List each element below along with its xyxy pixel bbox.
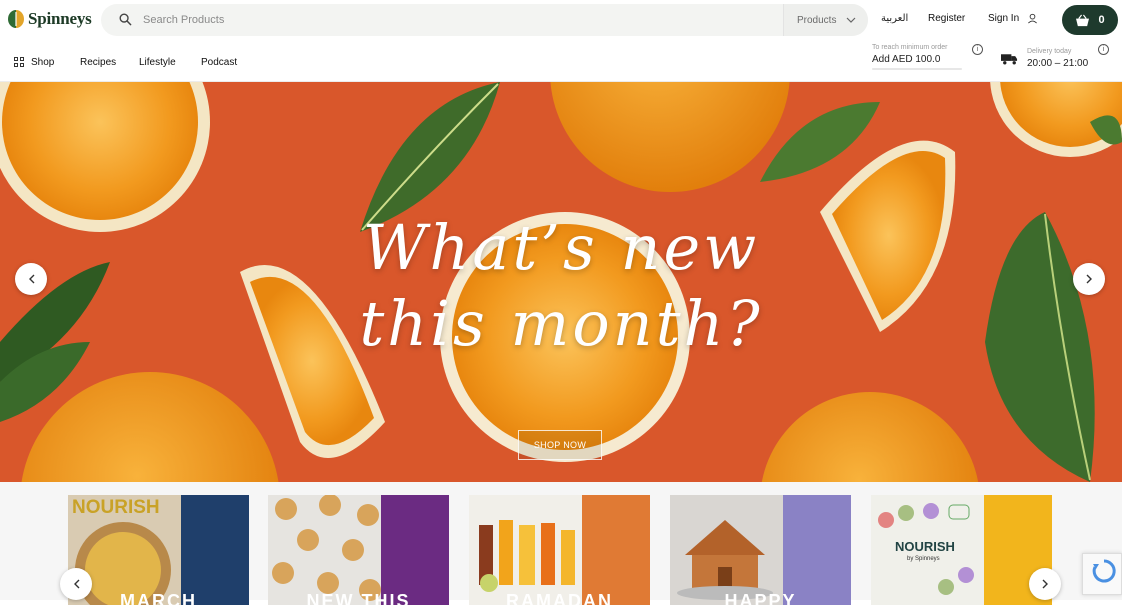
min-order-note: To reach minimum order xyxy=(872,44,948,51)
promo-card-band xyxy=(783,495,851,605)
main-nav: Shop Recipes Lifestyle Podcast To reach … xyxy=(0,40,1122,82)
gingerbread-house-image xyxy=(677,520,773,600)
cards-prev-button[interactable] xyxy=(60,568,92,600)
hero-prev-button[interactable] xyxy=(15,263,47,295)
spinneys-logo[interactable]: Spinneys xyxy=(8,9,92,29)
search-input[interactable] xyxy=(143,4,763,36)
cookies-image xyxy=(272,495,381,601)
brand-name: Spinneys xyxy=(28,9,92,28)
minimum-order-info: To reach minimum order Add AED 100.0 xyxy=(872,44,972,70)
promo-carousel: NOURISH MARCH NEW THIS RAMADAN HAPPY NOU… xyxy=(0,482,1122,605)
promo-card-band xyxy=(582,495,650,605)
delivery-note: Delivery today xyxy=(1027,48,1072,55)
cart-count: 0 xyxy=(1098,14,1105,26)
search-bar: Products xyxy=(101,4,868,36)
promo-card[interactable]: NEW THIS xyxy=(268,495,449,605)
card-caption: HAPPY xyxy=(724,591,797,605)
cards-next-button[interactable] xyxy=(1029,568,1061,600)
promo-card-image: NOURISH by Spinneys xyxy=(871,495,984,605)
nav-podcast[interactable]: Podcast xyxy=(201,57,237,68)
promo-card[interactable]: NOURISH by Spinneys xyxy=(871,495,1052,605)
card-badge-sub: by Spinneys xyxy=(907,556,940,562)
delivery-info: Delivery today 20:00 – 21:00 xyxy=(1027,48,1088,69)
delivery-window: 20:00 – 21:00 xyxy=(1027,58,1089,69)
sign-in-link[interactable]: Sign In xyxy=(988,13,1038,24)
promo-card[interactable]: NOURISH MARCH xyxy=(68,495,249,605)
sign-in-label: Sign In xyxy=(988,13,1020,24)
nav-recipes[interactable]: Recipes xyxy=(80,57,116,68)
hero-next-button[interactable] xyxy=(1073,263,1105,295)
promo-card-band xyxy=(181,495,249,605)
search-icon[interactable] xyxy=(119,13,132,26)
card-badge: NOURISH xyxy=(72,497,160,518)
nav-lifestyle[interactable]: Lifestyle xyxy=(139,57,176,68)
promo-card-image xyxy=(670,495,783,605)
basket-icon xyxy=(1076,14,1090,26)
info-icon[interactable]: i xyxy=(972,44,983,55)
hero-title: What’s new this month? xyxy=(0,210,1122,362)
top-bar: Spinneys Products العربية Register Sign … xyxy=(0,0,1122,40)
logo-mark-icon xyxy=(8,10,24,28)
hero-title-line-2: this month? xyxy=(359,287,763,360)
chevron-down-icon xyxy=(847,17,856,23)
truck-icon xyxy=(1001,54,1018,65)
search-category-label: Products xyxy=(797,14,837,26)
promo-card-band xyxy=(381,495,449,605)
chevron-left-icon xyxy=(73,579,79,589)
promo-card[interactable]: RAMADAN xyxy=(469,495,650,605)
search-category-select[interactable]: Products xyxy=(783,4,868,36)
hero-banner: What’s new this month? SHOP NOW xyxy=(0,82,1122,482)
recaptcha-badge[interactable] xyxy=(1082,553,1122,595)
register-link[interactable]: Register xyxy=(928,13,965,24)
language-switch[interactable]: العربية xyxy=(881,13,908,24)
chevron-right-icon xyxy=(1086,274,1092,284)
card-caption: NEW THIS xyxy=(306,591,411,605)
info-icon[interactable]: i xyxy=(1098,44,1109,55)
juice-bottles-image xyxy=(479,520,575,592)
nav-shop[interactable]: Shop xyxy=(31,57,54,68)
card-badge: NOURISH xyxy=(895,539,955,554)
shop-now-button[interactable]: SHOP NOW xyxy=(518,430,602,460)
promo-card-image xyxy=(268,495,381,605)
promo-card[interactable]: HAPPY xyxy=(670,495,851,605)
hero-title-line-1: What’s new xyxy=(362,211,760,284)
chevron-left-icon xyxy=(28,274,34,284)
cart-button[interactable]: 0 xyxy=(1062,5,1118,35)
grid-icon xyxy=(14,57,24,67)
card-caption: MARCH xyxy=(120,591,197,605)
card-caption: RAMADAN xyxy=(506,591,613,605)
chevron-right-icon xyxy=(1042,579,1048,589)
user-icon xyxy=(1028,13,1038,24)
recaptcha-icon xyxy=(1092,559,1116,583)
min-order-progress xyxy=(872,68,962,70)
min-order-amount: Add AED 100.0 xyxy=(872,54,941,65)
promo-card-image xyxy=(469,495,582,605)
